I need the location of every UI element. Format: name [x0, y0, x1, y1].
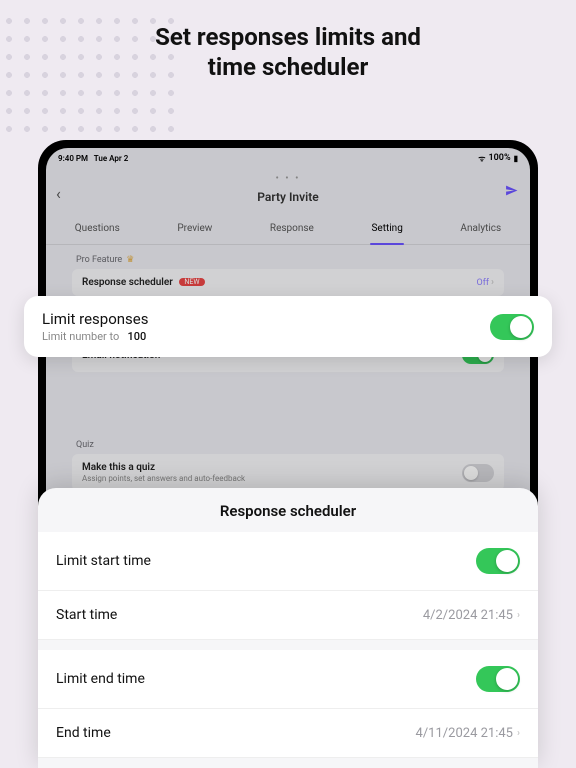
- start-time-value: 4/2/2024 21:45: [423, 608, 513, 623]
- tab-preview[interactable]: Preview: [171, 219, 218, 238]
- tab-questions[interactable]: Questions: [69, 219, 126, 238]
- quiz-section-label: Quiz: [72, 430, 504, 454]
- page-title: Party Invite: [257, 190, 318, 204]
- multitask-indicator-icon: • • •: [56, 176, 520, 182]
- limit-responses-value: 100: [127, 330, 146, 343]
- tab-response[interactable]: Response: [264, 219, 320, 238]
- limit-end-toggle[interactable]: [476, 666, 520, 692]
- start-time-row[interactable]: Start time 4/2/2024 21:45 ›: [38, 591, 538, 640]
- make-quiz-row: Make this a quiz Assign points, set answ…: [72, 454, 504, 491]
- chevron-right-icon: ›: [517, 610, 520, 621]
- tab-analytics[interactable]: Analytics: [454, 219, 507, 238]
- limit-responses-sublabel: Limit number to: [42, 330, 119, 343]
- send-button[interactable]: [505, 184, 518, 201]
- end-time-row[interactable]: End time 4/11/2024 21:45 ›: [38, 709, 538, 758]
- battery-percent: 100%: [489, 153, 511, 163]
- quiz-toggle[interactable]: [462, 464, 494, 482]
- limit-responses-title: Limit responses: [42, 310, 149, 328]
- limit-start-toggle[interactable]: [476, 548, 520, 574]
- scheduler-sheet: Response scheduler Limit start time Star…: [38, 488, 538, 768]
- crown-icon: ♛: [126, 255, 134, 265]
- tab-bar: Questions Preview Response Setting Analy…: [46, 213, 530, 245]
- limit-responses-toggle[interactable]: [490, 314, 534, 340]
- limit-responses-card: Limit responses Limit number to 100: [24, 296, 552, 357]
- status-bar: 9:40 PM Tue Apr 2 ᯤ 100% ▮: [46, 148, 530, 164]
- battery-icon: ▮: [514, 154, 518, 163]
- scheduler-status: Off: [477, 278, 489, 288]
- tab-setting[interactable]: Setting: [365, 219, 408, 238]
- limit-start-row: Limit start time: [38, 532, 538, 591]
- end-time-value: 4/11/2024 21:45: [416, 726, 513, 741]
- chevron-right-icon: ›: [491, 277, 494, 288]
- back-button[interactable]: ‹: [56, 184, 61, 203]
- wifi-icon: ᯤ: [478, 153, 485, 164]
- marketing-title: Set responses limits and time scheduler: [0, 22, 576, 82]
- chevron-right-icon: ›: [517, 728, 520, 739]
- status-time: 9:40 PM: [58, 154, 88, 163]
- limit-end-row: Limit end time: [38, 650, 538, 709]
- new-badge: NEW: [179, 278, 204, 286]
- response-scheduler-row[interactable]: Response scheduler NEW Off ›: [72, 269, 504, 296]
- status-date: Tue Apr 2: [94, 154, 129, 163]
- pro-section-label: Pro Feature ♛: [72, 245, 504, 269]
- scheduler-sheet-title: Response scheduler: [38, 502, 538, 520]
